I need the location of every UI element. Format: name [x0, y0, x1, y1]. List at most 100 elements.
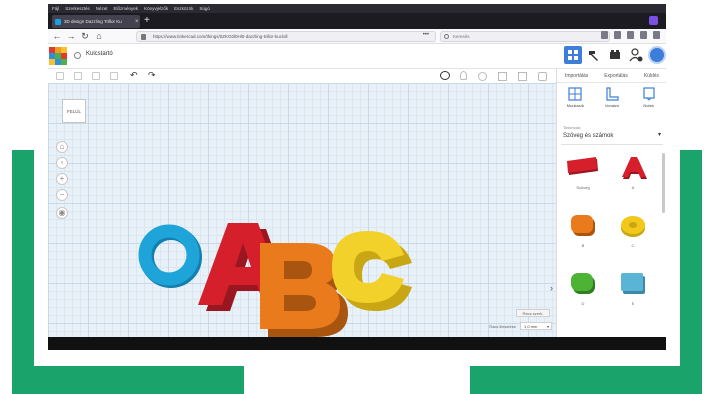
shape-e[interactable]: E	[611, 269, 655, 325]
add-user-button[interactable]	[627, 46, 645, 64]
home-icon[interactable]: ⌂	[94, 31, 104, 41]
library-selected: Szöveg és számok	[563, 133, 614, 139]
copy-icon[interactable]	[56, 72, 64, 80]
notes-tool[interactable]: Notes	[634, 87, 664, 117]
shape-outline-icon[interactable]	[478, 72, 487, 81]
text-3d-icon	[567, 157, 598, 175]
sidebar-icon[interactable]	[627, 31, 634, 39]
frame-bottom-left-bar	[12, 366, 244, 394]
menu-file[interactable]: Fájl	[52, 6, 59, 11]
tab-export[interactable]: Exportálás	[604, 73, 628, 79]
snap-grid-value: 1,0 mm	[524, 324, 538, 329]
header-actions	[564, 46, 666, 64]
tab-send[interactable]: Küldés	[644, 73, 659, 79]
shape-label: E	[631, 301, 635, 306]
edit-name-icon[interactable]	[74, 52, 81, 59]
align-icon[interactable]	[498, 72, 507, 81]
add-user-icon	[629, 48, 643, 62]
shape-label: Szöveg	[576, 185, 590, 190]
tinker-button[interactable]	[585, 46, 603, 64]
avatar[interactable]	[648, 46, 666, 64]
design-name[interactable]: Kulcstartó	[86, 51, 113, 57]
nav-bar: ← → ↻ ⌂ https://www.tinkercad.com/things…	[48, 29, 666, 44]
workplane[interactable]: FELÜL ⌂ ▫ + − ◉ Rács szerk. Rács illeszt…	[48, 83, 556, 337]
workplane-label: Munkasík	[566, 103, 584, 108]
ruler-tool[interactable]: Vonalzó	[597, 87, 627, 117]
frame-left-bar	[12, 150, 34, 394]
hammer-icon	[589, 51, 598, 61]
duplicate-icon[interactable]	[92, 72, 100, 80]
menu-bookmarks[interactable]: Könyvjelzők	[144, 6, 168, 11]
url-bar[interactable]: https://www.tinkercad.com/things/0ZKG0l0…	[136, 31, 436, 42]
shape-text[interactable]: Szöveg	[561, 153, 605, 209]
tinkercad-favicon-icon	[55, 18, 61, 25]
menu-history[interactable]: Előzmények	[114, 6, 139, 11]
library-icon[interactable]	[614, 31, 621, 39]
scene-objects[interactable]	[48, 83, 556, 337]
library-category: Tinkercad	[563, 125, 581, 130]
mirror-icon[interactable]	[518, 72, 527, 81]
new-tab-button[interactable]: +	[144, 15, 150, 27]
edit-grid-button[interactable]: Rács szerk.	[516, 309, 550, 317]
tab-import[interactable]: Importálás	[565, 73, 588, 79]
paste-icon[interactable]	[74, 72, 82, 80]
show-all-icon[interactable]	[440, 71, 450, 80]
url-text: https://www.tinkercad.com/things/0ZKG0l0…	[153, 34, 288, 39]
delete-icon[interactable]	[110, 72, 118, 80]
account-icon[interactable]	[640, 31, 647, 39]
reload-icon[interactable]: ↻	[80, 31, 90, 41]
blocks-button[interactable]	[606, 46, 624, 64]
library-select[interactable]: Tinkercad Szöveg és számok ▾	[561, 123, 663, 145]
frame-right-bar	[680, 150, 702, 394]
back-icon[interactable]: ←	[52, 31, 62, 41]
edit-toolbar: ↶ ↷	[48, 69, 556, 83]
search-input[interactable]: Keresés	[440, 31, 610, 42]
tab-strip: 3D design Dazzling Trillor Ku × +	[48, 13, 666, 29]
grid-view-icon	[568, 50, 578, 60]
extension-icon[interactable]	[649, 16, 658, 25]
shape-b[interactable]: B	[561, 211, 605, 267]
shape-a[interactable]: A	[611, 153, 655, 209]
letter-e-icon	[621, 273, 645, 294]
tinkercad-logo[interactable]	[49, 47, 67, 65]
page-actions-icon[interactable]: •••	[423, 32, 429, 38]
letter-d-icon	[571, 273, 595, 294]
browser-tab[interactable]: 3D design Dazzling Trillor Ku ×	[52, 15, 140, 28]
panel-tabs: Importálás Exportálás Küldés	[557, 69, 666, 83]
shape-label: B	[581, 243, 585, 248]
lock-icon	[141, 34, 146, 40]
3d-view-button[interactable]	[564, 46, 582, 64]
letter-c-icon	[621, 216, 645, 237]
close-tab-icon[interactable]: ×	[135, 19, 139, 25]
letter-b-icon	[571, 215, 595, 236]
collapse-panel-icon[interactable]: ›	[550, 283, 553, 293]
shape-c[interactable]: C	[611, 211, 655, 267]
workplane-tool[interactable]: Munkasík	[560, 87, 590, 117]
ring-shape[interactable]	[138, 224, 202, 288]
panel-tools: Munkasík Vonalzó Notes	[557, 87, 666, 117]
chevron-down-icon: ▾	[657, 132, 661, 138]
group-icon[interactable]	[538, 72, 547, 81]
snap-grid-select[interactable]: 1,0 mm ▾	[520, 322, 552, 330]
menu-icon[interactable]	[653, 31, 660, 39]
video-frame: Fájl Szerkesztés Nézet Előzmények Könyvj…	[0, 0, 712, 394]
bricks-icon	[610, 50, 620, 59]
menu-edit[interactable]: Szerkesztés	[65, 6, 90, 11]
panel-scrollbar[interactable]	[662, 153, 665, 213]
browser-menubar: Fájl Szerkesztés Nézet Előzmények Könyvj…	[48, 4, 666, 13]
redo-icon[interactable]: ↷	[148, 70, 156, 81]
shape-label: C	[631, 243, 635, 248]
snap-grid-label: Rács illesztése	[489, 324, 516, 329]
notes-label: Notes	[643, 103, 654, 108]
menu-view[interactable]: Nézet	[96, 6, 108, 11]
forward-icon[interactable]: →	[66, 31, 76, 41]
undo-icon[interactable]: ↶	[130, 70, 138, 81]
lightbulb-icon[interactable]	[460, 71, 467, 80]
downloads-icon[interactable]	[601, 31, 608, 39]
tinkercad-header: Kulcstartó	[48, 44, 666, 69]
shape-d[interactable]: D	[561, 269, 605, 325]
shape-label: A	[631, 185, 635, 190]
search-placeholder: Keresés	[453, 34, 470, 39]
menu-tools[interactable]: Eszközök	[174, 6, 193, 11]
menu-help[interactable]: Súgó	[199, 6, 210, 11]
